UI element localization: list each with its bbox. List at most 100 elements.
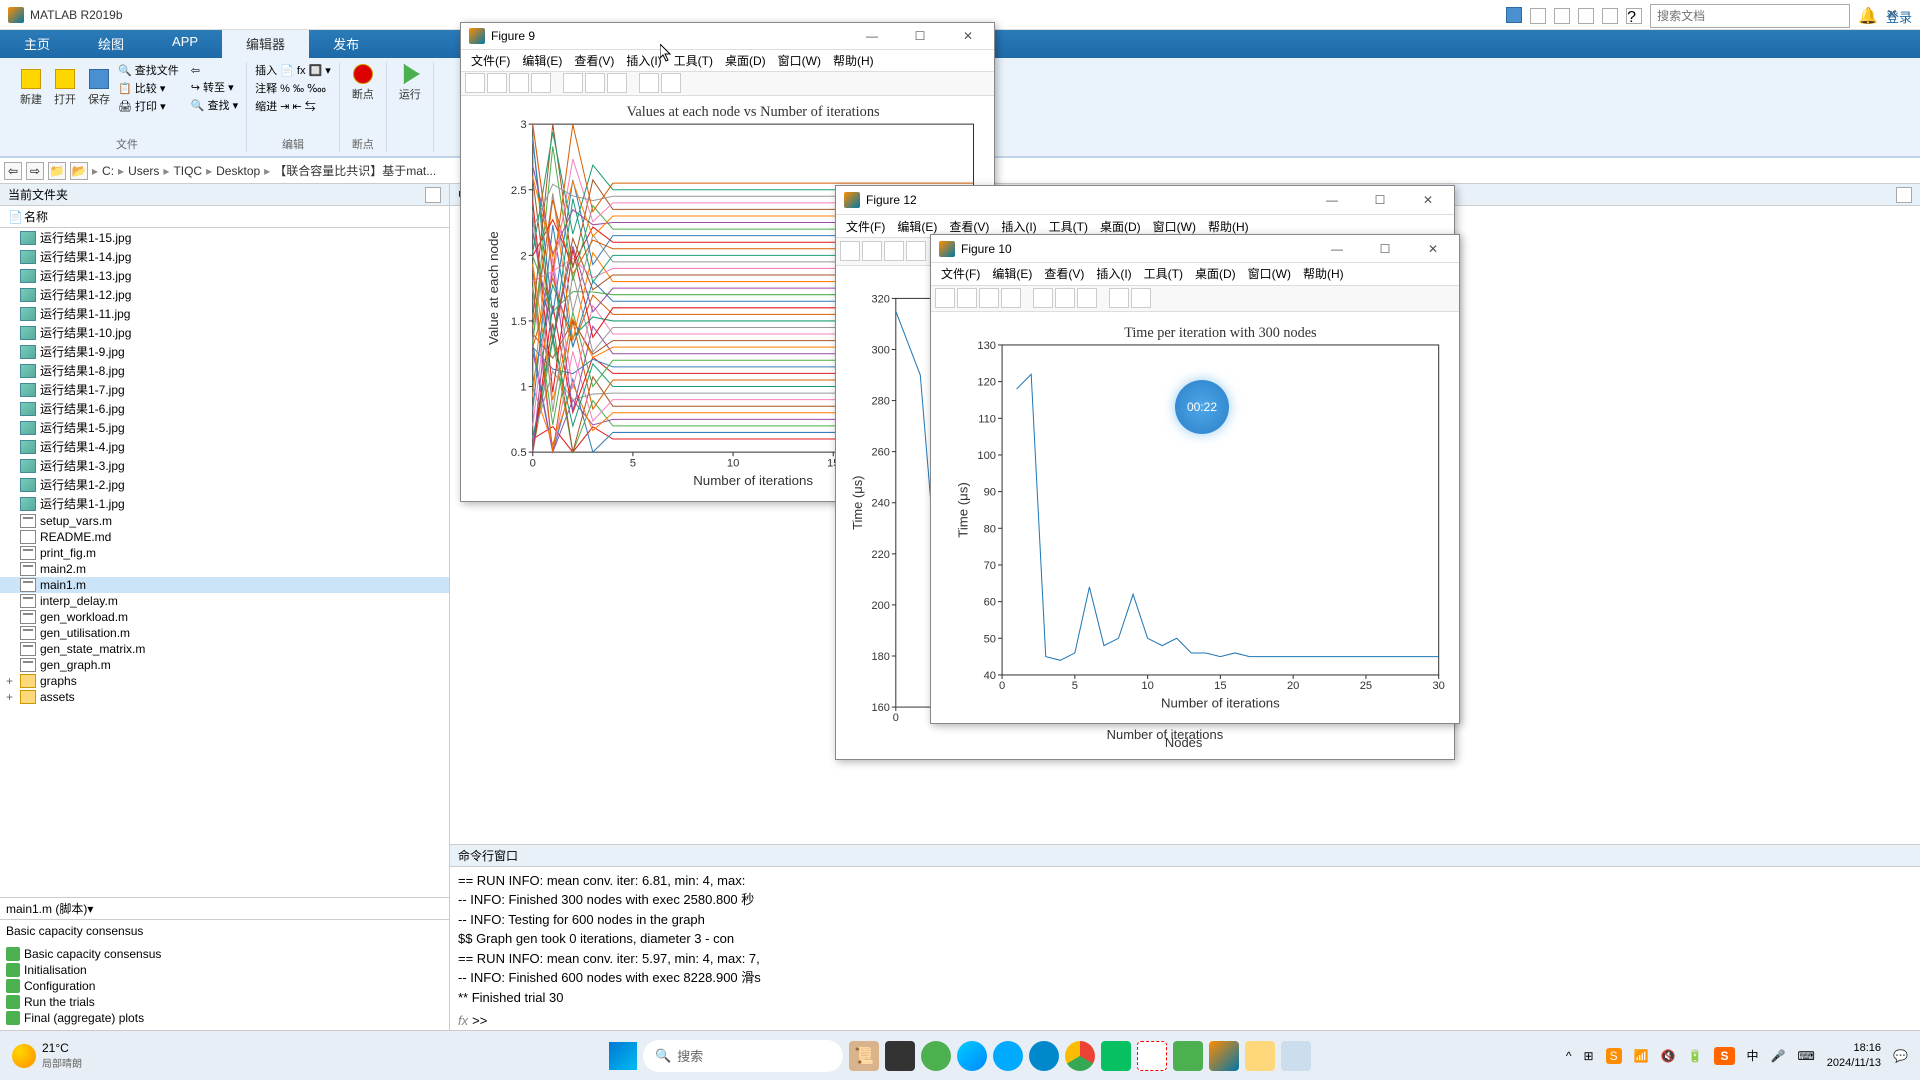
legend-icon[interactable] [661, 73, 681, 93]
menu-item[interactable]: 查看(V) [568, 50, 620, 71]
app-icon-1[interactable]: 📜 [849, 1041, 879, 1071]
taskbar-search[interactable]: 🔍 搜索 [643, 1040, 843, 1072]
file-row[interactable]: +assets [0, 689, 449, 705]
workspace-menu-icon[interactable] [1896, 187, 1912, 203]
save-icon[interactable] [1506, 7, 1522, 23]
panel-menu-icon[interactable] [425, 187, 441, 203]
clock[interactable]: 18:16 2024/11/13 [1827, 1041, 1881, 1070]
file-row[interactable]: main1.m [0, 577, 449, 593]
file-row[interactable]: 运行结果1-6.jpg [0, 399, 449, 418]
file-row[interactable]: +graphs [0, 673, 449, 689]
figure-12-close-button[interactable]: ✕ [1410, 190, 1446, 210]
print-fig-icon[interactable] [531, 73, 551, 93]
find-files-button[interactable]: 🔍 查找文件 [118, 62, 179, 78]
menu-item[interactable]: 窗口(W) [772, 50, 827, 71]
datacursor-icon[interactable] [1033, 288, 1053, 308]
app-icon-snip[interactable] [1137, 1041, 1167, 1071]
indent-button[interactable]: 缩进 ⇥ ⇤ ⇆ [255, 98, 316, 114]
file-row[interactable]: 运行结果1-2.jpg [0, 475, 449, 494]
ime-indicator[interactable]: S [1714, 1047, 1734, 1065]
open-fig-icon[interactable] [487, 73, 507, 93]
file-row[interactable]: 运行结果1-3.jpg [0, 456, 449, 475]
tray-sogou-icon[interactable]: S [1606, 1048, 1622, 1064]
tray-wifi-icon[interactable]: 📶 [1634, 1049, 1649, 1063]
file-row[interactable]: 运行结果1-15.jpg [0, 228, 449, 247]
outline-item[interactable]: Configuration [0, 978, 449, 994]
nav-fwd-icon[interactable]: ⇨ [26, 162, 44, 180]
copy-icon[interactable] [1554, 8, 1570, 24]
outline-item[interactable]: Run the trials [0, 994, 449, 1010]
figure-12-min-button[interactable]: — [1314, 190, 1350, 210]
file-row[interactable]: gen_graph.m [0, 657, 449, 673]
file-row[interactable]: 运行结果1-1.jpg [0, 494, 449, 513]
ime-icon-3[interactable]: ⌨ [1797, 1049, 1814, 1063]
crumb-users[interactable]: Users [128, 164, 159, 178]
menu-item[interactable]: 文件(F) [840, 216, 891, 237]
app-icon-2[interactable] [885, 1041, 915, 1071]
menu-item[interactable]: 插入(I) [620, 50, 667, 71]
comment-button[interactable]: 注释 % ‰ ‱ [255, 80, 326, 96]
notification-icon[interactable]: 🔔 [1858, 6, 1878, 26]
name-column-header[interactable]: 名称 [24, 208, 48, 225]
find-button[interactable]: 🔍 查找 ▾ [191, 97, 238, 113]
nav-back-icon[interactable]: ⇦ [4, 162, 22, 180]
help-icon[interactable]: ? [1626, 8, 1642, 24]
fx-icon[interactable]: fx [458, 1013, 468, 1028]
file-row[interactable]: 运行结果1-12.jpg [0, 285, 449, 304]
new-fig-icon[interactable] [465, 73, 485, 93]
start-button[interactable] [609, 1042, 637, 1070]
tray-expand-icon[interactable]: ^ [1566, 1049, 1572, 1063]
menu-item[interactable]: 查看(V) [1038, 263, 1090, 284]
tray-volume-icon[interactable]: 🔇 [1661, 1049, 1676, 1063]
file-row[interactable]: setup_vars.m [0, 513, 449, 529]
new-button[interactable]: 新建 [16, 67, 46, 109]
file-row[interactable]: 运行结果1-13.jpg [0, 266, 449, 285]
folder-up-icon[interactable]: 📁 [48, 162, 66, 180]
menu-item[interactable]: 编辑(E) [516, 50, 568, 71]
tab-home[interactable]: 主页 [0, 30, 74, 58]
menu-item[interactable]: 插入(I) [1090, 263, 1137, 284]
save-fig-icon[interactable] [509, 73, 529, 93]
paste-icon[interactable] [1578, 8, 1594, 24]
crumb-desktop[interactable]: Desktop [216, 164, 260, 178]
cut-icon[interactable] [1530, 8, 1546, 24]
file-row[interactable]: 运行结果1-4.jpg [0, 437, 449, 456]
colorbar-icon[interactable] [1077, 288, 1097, 308]
figure-9-min-button[interactable]: — [854, 26, 890, 46]
file-list[interactable]: 运行结果1-15.jpg运行结果1-14.jpg运行结果1-13.jpg运行结果… [0, 228, 449, 897]
menu-item[interactable]: 编辑(E) [986, 263, 1038, 284]
menu-item[interactable]: 文件(F) [465, 50, 516, 71]
datacursor-icon[interactable] [563, 73, 583, 93]
app-icon-edge1[interactable] [921, 1041, 951, 1071]
open-button[interactable]: 打开 [50, 67, 80, 109]
insert-button[interactable]: 插入 📄 fx 🔲 ▾ [255, 62, 331, 78]
figure-10-min-button[interactable]: — [1319, 239, 1355, 259]
open-fig-icon[interactable] [862, 241, 882, 261]
tray-battery-icon[interactable]: 🔋 [1688, 1049, 1703, 1063]
menu-item[interactable]: 桌面(D) [1189, 263, 1242, 284]
file-row[interactable]: 运行结果1-5.jpg [0, 418, 449, 437]
crumb-project[interactable]: 【联合容量比共识】基于mat... [274, 162, 436, 179]
menu-item[interactable]: 工具(T) [1138, 263, 1189, 284]
undo-icon[interactable] [1602, 8, 1618, 24]
tab-plots[interactable]: 绘图 [74, 30, 148, 58]
tab-apps[interactable]: APP [148, 30, 222, 58]
save-fig-icon[interactable] [979, 288, 999, 308]
menu-item[interactable]: 帮助(H) [827, 50, 880, 71]
tab-editor[interactable]: 编辑器 [222, 30, 309, 58]
file-row[interactable]: 运行结果1-8.jpg [0, 361, 449, 380]
ime-icon-2[interactable]: 🎤 [1771, 1049, 1786, 1063]
figure-10-close-button[interactable]: ✕ [1415, 239, 1451, 259]
app-icon-matlab[interactable] [1209, 1041, 1239, 1071]
figure-12-max-button[interactable]: ☐ [1362, 190, 1398, 210]
file-row[interactable]: gen_workload.m [0, 609, 449, 625]
nav-back-button[interactable]: ⇦ [191, 64, 238, 77]
figure-10-max-button[interactable]: ☐ [1367, 239, 1403, 259]
tab-publish[interactable]: 发布 [309, 30, 383, 58]
print-button[interactable]: 🖨 打印 ▾ [118, 98, 179, 114]
timer-badge[interactable]: 00:22 [1175, 380, 1229, 434]
app-icon-mail[interactable] [1173, 1041, 1203, 1071]
figure-10-plot[interactable]: 051015202530405060708090100110120130Time… [931, 312, 1459, 723]
open-fig-icon[interactable] [957, 288, 977, 308]
link-icon[interactable] [585, 73, 605, 93]
